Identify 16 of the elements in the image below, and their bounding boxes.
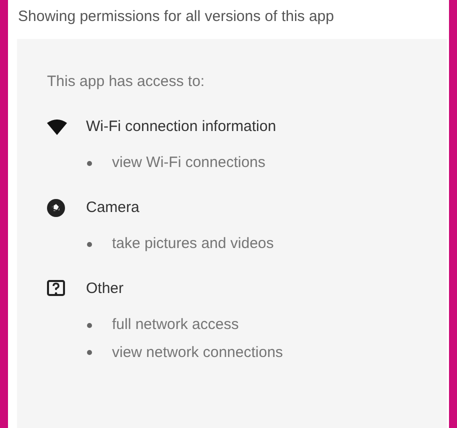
group-title: Other [86,278,124,298]
intro-text: This app has access to: [47,72,206,92]
camera-aperture-icon [47,198,65,217]
bullet-icon [87,242,92,247]
permission-text: view Wi-Fi connections [112,153,266,173]
permission-text: take pictures and videos [112,234,274,254]
header-text: Showing permissions for all versions of this app [17,7,335,27]
wifi-icon [47,118,67,135]
bullet-icon [87,322,92,328]
group-title: Camera [86,198,140,218]
question-box-icon [47,280,65,298]
bullet-icon [87,350,92,356]
permission-text: full network access [112,315,239,335]
group-title: Wi-Fi connection information [86,116,276,136]
bullet-icon [87,160,92,166]
permission-text: view network connections [112,342,283,362]
